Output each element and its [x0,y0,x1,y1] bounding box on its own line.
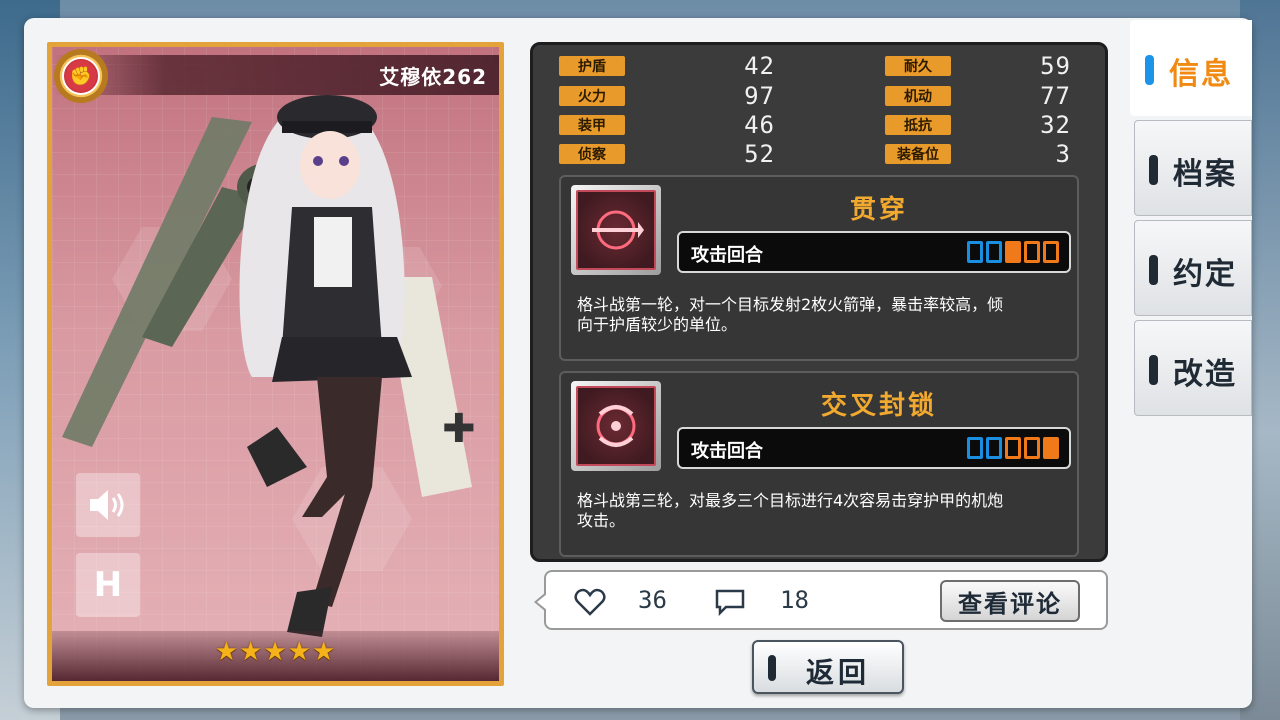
skill-description: 格斗战第三轮，对最多三个目标进行4次容易击穿护甲的机炮攻击。 [577,491,1004,530]
crossfire-icon [576,386,656,466]
stat-recon: 侦察 52 [559,140,775,168]
fist-icon: ✊ [62,57,100,95]
rarity-stars: ★★★★★ [214,637,337,667]
stat-armor: 装甲 46 [559,111,775,139]
turn-box-active [1043,437,1059,459]
stat-label: 火力 [559,86,625,106]
stat-value: 32 [1040,111,1071,139]
turn-box [1043,241,1059,263]
role-badge: ✊ [54,49,108,103]
stats-panel: 护盾 42 耐久 59 火力 97 机动 77 装甲 46 抵抗 32 侦察 5… [530,42,1108,562]
skill-name: 交叉封锁 [820,391,937,421]
stat-label: 侦察 [559,144,625,164]
skill-description: 格斗战第一轮，对一个目标发射2枚火箭弹，暴击率较高，倾向于护盾较少的单位。 [577,295,1004,334]
tab-archive[interactable]: 档案 [1134,120,1252,216]
stat-label: 装备位 [885,144,951,164]
turn-box [967,241,983,263]
stat-label: 机动 [885,86,951,106]
skill-icon-frame [571,185,661,275]
stat-value: 52 [744,140,775,168]
comment-icon[interactable] [714,588,746,616]
back-button[interactable]: 返回 [752,640,904,694]
tab-modify[interactable]: 改造 [1134,320,1252,416]
view-comments-button[interactable]: 查看评论 [940,580,1080,622]
turn-box-active [1005,241,1021,263]
skill-name: 贯穿 [849,195,908,225]
attack-turn-bar: 攻击回合 [677,231,1071,273]
stat-value: 3 [1055,140,1071,168]
tab-info[interactable]: 信息 [1130,20,1252,116]
attack-turn-bar: 攻击回合 [677,427,1071,469]
turn-label: 攻击回合 [691,245,763,266]
tab-mark [1149,155,1158,185]
tab-mark [1149,355,1158,385]
turn-indicators [967,241,1059,263]
h-button[interactable]: H [76,553,140,617]
social-bar: 36 18 查看评论 [534,570,1108,630]
stat-value: 77 [1040,82,1071,110]
stat-label: 装甲 [559,115,625,135]
stat-label: 耐久 [885,56,951,76]
turn-box [1005,437,1021,459]
stat-value: 97 [744,82,775,110]
tab-label: 档案 [1173,157,1237,192]
stat-firepower: 火力 97 [559,82,775,110]
tab-label: 信息 [1169,57,1233,92]
character-name: 艾穆依262 [379,65,487,89]
svg-text:✚: ✚ [442,406,476,452]
button-mark [768,655,776,681]
stat-durability: 耐久 59 [885,52,1071,80]
tab-label: 改造 [1173,357,1237,392]
comment-count: 18 [780,586,809,614]
stat-mobility: 机动 77 [885,82,1071,110]
stat-equip-slots: 装备位 3 [885,140,1071,168]
tab-mark [1149,255,1158,285]
skill-card[interactable]: 贯穿 攻击回合 格斗战第一轮，对一个目标发射2枚火箭弹，暴击率较高，倾向于护盾较… [559,175,1079,361]
turn-box [1024,437,1040,459]
stat-value: 59 [1040,52,1071,80]
skill-card[interactable]: 交叉封锁 攻击回合 格斗战第三轮，对最多三个目标进行4次容易击穿护甲的机炮攻击。 [559,371,1079,557]
stat-shield: 护盾 42 [559,52,775,80]
tab-oath[interactable]: 约定 [1134,220,1252,316]
turn-box [967,437,983,459]
stat-value: 46 [744,111,775,139]
turn-indicators [967,437,1059,459]
skill-icon-frame [571,381,661,471]
character-card[interactable]: ✚ 艾穆依262 ✊ H ★★★★★ [47,42,504,686]
turn-box [1024,241,1040,263]
voice-button[interactable] [76,473,140,537]
heart-icon[interactable] [574,588,606,616]
tab-mark [1145,55,1154,85]
back-button-label: 返回 [806,656,871,689]
turn-box [986,437,1002,459]
like-count: 36 [638,586,667,614]
turn-box [986,241,1002,263]
pierce-icon [576,190,656,270]
speaker-icon [90,490,124,520]
stat-value: 42 [744,52,775,80]
h-button-label: H [93,565,123,605]
stat-label: 抵抗 [885,115,951,135]
tab-label: 约定 [1173,257,1237,292]
turn-label: 攻击回合 [691,441,763,462]
stat-resistance: 抵抗 32 [885,111,1071,139]
stat-label: 护盾 [559,56,625,76]
